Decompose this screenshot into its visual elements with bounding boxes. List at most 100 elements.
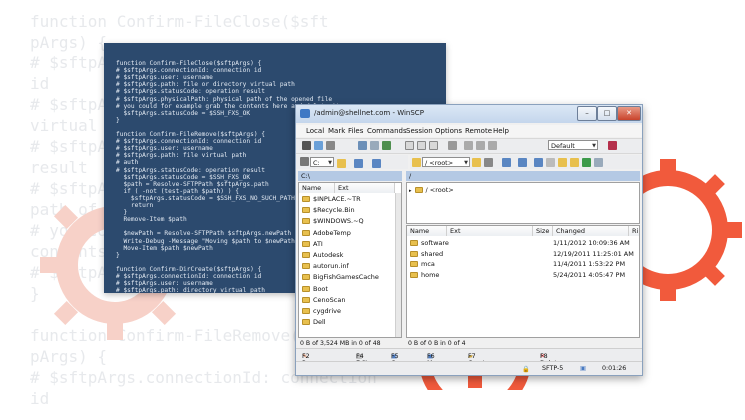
local-col-ext[interactable]: Ext (335, 183, 395, 193)
folder-icon (302, 274, 310, 281)
local-list-item[interactable]: cygdrive (299, 306, 341, 316)
menu-session[interactable]: Session (406, 127, 433, 135)
code-line: # $sftpArgs.statusCode: operation result (116, 88, 266, 96)
remote-col-size[interactable]: Size (533, 226, 553, 236)
remote-list-item[interactable]: software 1/11/2012 10:09:36 AM (407, 238, 639, 248)
remote-back-icon[interactable] (502, 158, 511, 167)
local-list-item[interactable]: $INPLACE.~TR (299, 194, 361, 204)
remote-path-value: / <root> (425, 159, 454, 167)
queue-icon[interactable] (382, 141, 391, 150)
local-list-item[interactable]: CenoScan (299, 295, 345, 305)
folder-icon (302, 252, 310, 258)
remote-forward-icon[interactable] (518, 158, 527, 167)
background-code-line: function Confirm-FileClose($sft (30, 12, 329, 31)
transfer-text-icon[interactable] (464, 141, 473, 150)
local-list-item[interactable]: Boot (299, 284, 328, 294)
drive-icon (300, 157, 309, 166)
folder-icon (414, 187, 423, 193)
status-bar: 🔒 SFTP-5 ▣ 0:01:26 (296, 361, 642, 375)
local-item-name: $WINDOWS.~Q (313, 217, 364, 226)
remote-refresh-icon[interactable] (582, 158, 591, 167)
transfer-profile-select[interactable]: Default ▼ (548, 140, 598, 150)
remote-status: 0 B of 0 B in 0 of 4 (408, 340, 466, 347)
folder-icon (410, 271, 418, 278)
settings-icon[interactable] (302, 141, 311, 150)
close-button[interactable]: ✕ (617, 106, 641, 121)
remote-col-changed[interactable]: Changed (553, 226, 629, 236)
folder-icon (410, 261, 418, 267)
remote-item-name: mca (421, 260, 435, 268)
remote-filter-icon[interactable] (484, 158, 493, 167)
menu-mark[interactable]: Mark (328, 127, 345, 135)
code-line: } (116, 116, 120, 124)
local-list-item[interactable]: autorun.inf (299, 261, 349, 271)
local-list-item[interactable]: $Recycle.Bin (299, 205, 355, 215)
code-line: function Confirm-FileRemove($sftpArgs) { (116, 131, 266, 138)
local-scrollbar[interactable] (395, 193, 401, 337)
plus-icon[interactable] (405, 141, 414, 150)
local-drive-select[interactable]: C: ▼ (310, 157, 334, 167)
remote-col-name[interactable]: Name (407, 226, 447, 236)
local-back-icon[interactable] (354, 159, 363, 168)
local-list-item[interactable]: AdobeTemp (299, 228, 351, 238)
menu-options[interactable]: Options (435, 127, 462, 135)
filter-icon[interactable] (448, 141, 457, 150)
code-line: function Confirm-FileClose($sftpArgs) { (116, 60, 262, 67)
local-item-name: autorun.inf (313, 262, 349, 271)
maximize-button[interactable]: □ (597, 106, 617, 121)
menu-help[interactable]: Help (493, 127, 509, 135)
background-code-line: pArgs) { (30, 347, 108, 366)
transfer-auto-icon[interactable] (488, 141, 497, 150)
menu-files[interactable]: Files (348, 127, 363, 135)
local-list-item[interactable]: $WINDOWS.~Q (299, 216, 364, 226)
remote-col-ext[interactable]: Ext (447, 226, 533, 236)
remote-parent-icon[interactable] (546, 158, 555, 167)
remote-item-changed: 1/11/2012 10:09:36 AM (553, 239, 630, 247)
asterisk-icon[interactable] (429, 141, 438, 150)
remote-list-item[interactable]: mca 11/4/2011 1:53:22 PM (407, 259, 639, 269)
remote-up-icon[interactable] (534, 158, 543, 167)
remote-open-folder-icon[interactable] (472, 158, 481, 167)
local-list-item[interactable]: ATI (299, 239, 323, 249)
transfer-binary-icon[interactable] (476, 141, 485, 150)
remote-item-changed: 11/4/2011 1:53:22 PM (553, 260, 626, 268)
code-line: } (116, 209, 128, 217)
remote-list-item[interactable]: home 5/24/2011 4:05:47 PM (407, 270, 639, 280)
local-item-name: Boot (313, 284, 328, 293)
keep-up-icon[interactable] (326, 141, 335, 150)
folder-icon (302, 263, 310, 270)
background-code-line: # $sftpA (30, 53, 108, 72)
menu-commands[interactable]: Commands (367, 127, 407, 135)
remote-item-name: software (421, 239, 449, 247)
menu-local[interactable]: Local (306, 127, 324, 135)
folder-icon (410, 250, 418, 257)
minus-icon[interactable] (417, 141, 426, 150)
tree-item-root[interactable]: ▸ / <root> (407, 185, 454, 195)
local-forward-icon[interactable] (372, 159, 381, 168)
sync-icon[interactable] (314, 141, 323, 150)
code-line: Move-Item $path $newPath (116, 244, 213, 252)
remote-item-changed: 5/24/2011 4:05:47 PM (553, 270, 626, 279)
local-open-folder-icon[interactable] (337, 159, 346, 168)
local-list-item[interactable]: Autodesk (299, 250, 343, 260)
main-toolbar: Default ▼ (296, 138, 642, 154)
console-icon[interactable] (358, 141, 367, 150)
minimize-button[interactable]: – (577, 106, 597, 121)
code-line: Remove-Item $path (116, 216, 187, 224)
remote-path-select[interactable]: / <root> ▼ (422, 157, 470, 167)
code-line: $sftpArgs.statusCode = $SSH_FXS_OK (116, 109, 251, 117)
remote-home-icon[interactable] (570, 158, 579, 167)
menu-remote[interactable]: Remote (465, 127, 492, 135)
remote-root-icon[interactable] (558, 158, 567, 167)
profile-settings-icon[interactable] (608, 141, 617, 150)
code-line: # $sftpArgs.path: file or directory virt… (116, 81, 295, 89)
remote-col-rights[interactable]: Ri (629, 226, 639, 236)
remote-list-item[interactable]: shared 12/19/2011 11:25:01 AM (407, 249, 639, 259)
putty-icon[interactable] (370, 141, 379, 150)
remote-find-icon[interactable] (594, 158, 603, 167)
local-col-name[interactable]: Name (299, 183, 335, 193)
code-line: $newPath = Resolve-SFTPPath $sftpArgs.ne… (116, 230, 292, 238)
code-line: # $sftpArgs.connectionId: connection id (116, 273, 262, 280)
local-list-item[interactable]: BigFishGamesCache (299, 272, 379, 282)
local-list-item[interactable]: Dell (299, 317, 326, 327)
